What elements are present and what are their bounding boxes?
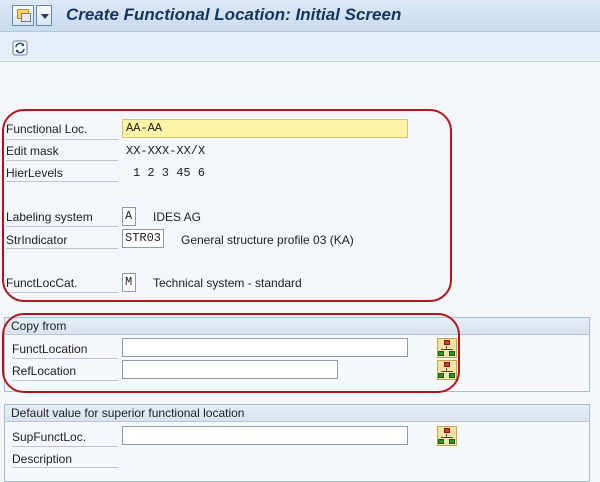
sup-funct-loc-field[interactable] bbox=[122, 426, 408, 445]
dropdown-icon[interactable] bbox=[36, 5, 52, 26]
superior-location-group-title: Default value for superior functional lo… bbox=[5, 405, 589, 422]
annotation-oval-copy-from bbox=[2, 313, 460, 393]
sup-funct-loc-hierarchy-icon[interactable] bbox=[437, 426, 457, 446]
application-toolbar bbox=[0, 32, 600, 62]
page-title: Create Functional Location: Initial Scre… bbox=[66, 5, 402, 24]
title-bar: Create Functional Location: Initial Scre… bbox=[0, 0, 600, 32]
customize-menu-icon[interactable] bbox=[12, 5, 34, 26]
refresh-icon[interactable] bbox=[12, 40, 28, 56]
sup-funct-loc-label: SupFunctLoc. bbox=[12, 430, 87, 444]
description-label: Description bbox=[12, 452, 73, 466]
annotation-oval-main bbox=[2, 109, 452, 302]
